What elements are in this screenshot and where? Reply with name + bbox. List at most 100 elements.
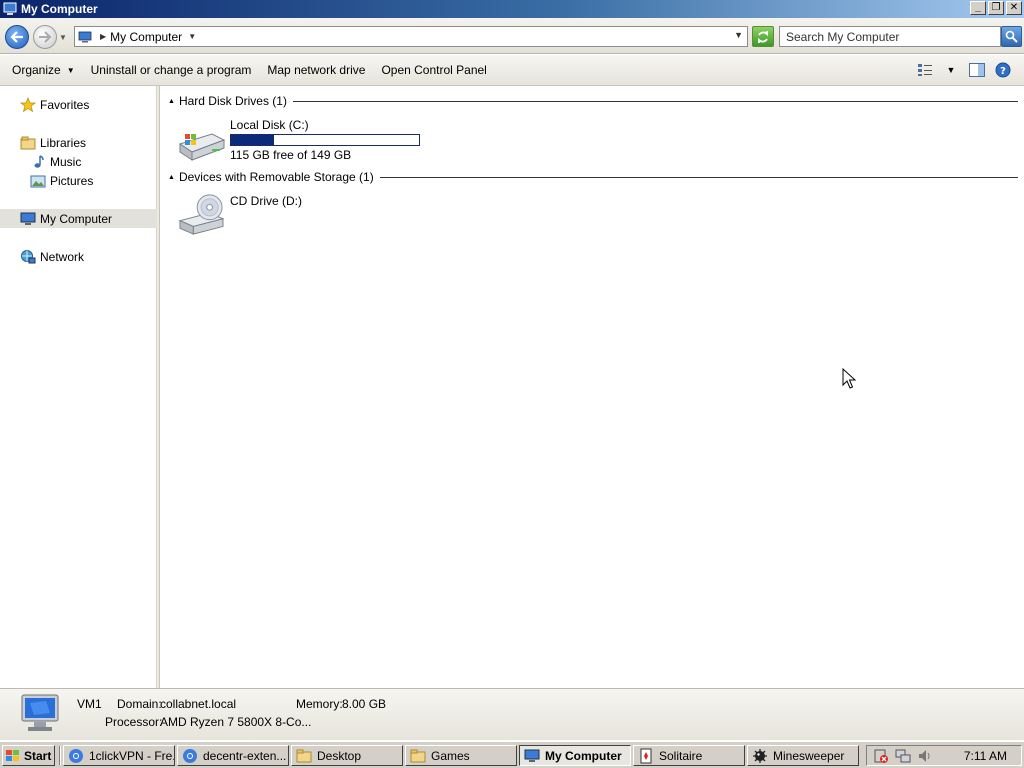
close-button[interactable]: ✕ <box>1006 1 1022 15</box>
recent-pages-dropdown-icon[interactable]: ▼ <box>59 33 67 42</box>
taskbar-item-solitaire[interactable]: Solitaire <box>633 745 745 766</box>
taskbar-item-my-computer[interactable]: My Computer <box>519 745 631 766</box>
nav-item-label: Network <box>40 249 85 264</box>
breadcrumb-location[interactable]: My Computer <box>110 30 182 44</box>
minesweeper-icon <box>753 748 767 763</box>
taskbar-item-games[interactable]: Games <box>405 745 517 766</box>
taskbar-item-label: Games <box>431 748 470 763</box>
minimize-button[interactable]: _ <box>970 1 986 15</box>
minimize-icon: _ <box>975 2 981 13</box>
security-alert-icon[interactable] <box>873 748 889 764</box>
command-bar: Organize ▼ Uninstall or change a program… <box>0 55 1024 86</box>
nav-item-libraries[interactable]: Libraries <box>0 133 157 152</box>
nav-item-music[interactable]: Music <box>0 152 157 171</box>
computer-icon <box>78 31 92 42</box>
chevron-down-icon: ▼ <box>946 65 956 75</box>
taskbar-item-decentr[interactable]: decentr-exten... <box>177 745 289 766</box>
volume-icon[interactable] <box>917 748 933 764</box>
chrome-icon <box>183 748 197 763</box>
maximize-button[interactable]: ❐ <box>988 1 1004 15</box>
pictures-icon <box>30 173 46 189</box>
group-header-label: Devices with Removable Storage (1) <box>178 170 374 184</box>
capacity-fill <box>231 135 275 145</box>
group-divider <box>379 176 1018 178</box>
search-icon <box>1005 30 1018 43</box>
search-button[interactable] <box>1001 26 1022 47</box>
capacity-bar <box>230 134 420 146</box>
address-field[interactable]: ▶ My Computer ▼ ▼ <box>74 26 748 47</box>
map-network-drive-button[interactable]: Map network drive <box>259 58 373 82</box>
drive-label: CD Drive (D:) <box>230 194 302 208</box>
nav-item-network[interactable]: Network <box>0 247 157 266</box>
computer-icon <box>3 2 17 15</box>
address-history-dropdown-icon[interactable]: ▼ <box>734 30 743 40</box>
taskbar-item-1clickvpn[interactable]: 1clickVPN - Fre... <box>63 745 175 766</box>
forward-arrow-icon <box>39 31 52 43</box>
uninstall-program-button[interactable]: Uninstall or change a program <box>83 58 260 82</box>
taskbar-item-label: decentr-exten... <box>203 748 287 763</box>
nav-item-label: My Computer <box>40 211 113 226</box>
taskbar-item-desktop[interactable]: Desktop <box>291 745 403 766</box>
collapse-caret-icon: ▲ <box>168 97 175 105</box>
nav-item-favorites[interactable]: Favorites <box>0 95 157 114</box>
nav-item-label: Favorites <box>40 97 90 112</box>
chrome-icon <box>69 748 83 763</box>
domain-label: Domain: <box>117 697 162 711</box>
refresh-button[interactable] <box>752 26 774 47</box>
processor-label: Processor: <box>105 715 163 729</box>
system-tray: 7:11 AM <box>866 745 1022 766</box>
help-button[interactable]: ? <box>994 61 1012 79</box>
group-header-label: Hard Disk Drives (1) <box>178 94 287 108</box>
chevron-down-icon: ▼ <box>66 65 75 75</box>
breadcrumb-arrow-icon[interactable]: ▶ <box>100 32 106 41</box>
group-header-removable-storage[interactable]: ▲ Devices with Removable Storage (1) <box>168 170 1018 184</box>
preview-pane-icon <box>969 63 985 77</box>
memory-value: 8.00 GB <box>342 697 387 711</box>
taskbar: Start 1clickVPN - Fre... decentr-exten..… <box>0 741 1024 768</box>
taskbar-item-minesweeper[interactable]: Minesweeper <box>747 745 859 766</box>
computer-icon <box>524 749 540 762</box>
drive-cd-d[interactable]: CD Drive (D:) <box>176 192 302 236</box>
search-input[interactable]: Search My Computer <box>779 26 1001 47</box>
taskbar-item-label: Desktop <box>317 748 362 763</box>
folder-icon <box>296 749 312 762</box>
open-control-panel-button[interactable]: Open Control Panel <box>373 58 494 82</box>
drive-local-disk-c[interactable]: Local Disk (C:) 115 GB free of 149 GB <box>176 118 420 164</box>
nav-item-label: Libraries <box>40 135 87 150</box>
back-button[interactable] <box>5 25 29 49</box>
help-icon: ? <box>995 62 1011 78</box>
mouse-cursor-icon <box>842 368 856 389</box>
organize-label: Organize <box>12 63 61 77</box>
windows-logo-icon <box>6 749 19 761</box>
start-label: Start <box>24 748 52 763</box>
music-note-icon <box>30 154 46 170</box>
computer-icon <box>20 211 36 227</box>
change-view-button[interactable] <box>916 61 934 79</box>
solitaire-icon <box>640 748 652 763</box>
refresh-icon <box>758 30 768 43</box>
window-title: My Computer <box>21 2 98 16</box>
preview-pane-button[interactable] <box>968 61 986 79</box>
details-pane: VM1 Domain: collabnet.local Memory: 8.00… <box>0 688 1024 740</box>
svg-text:?: ? <box>1000 66 1006 77</box>
nav-item-pictures[interactable]: Pictures <box>0 171 157 190</box>
group-header-hard-disk-drives[interactable]: ▲ Hard Disk Drives (1) <box>168 94 1018 108</box>
organize-button[interactable]: Organize ▼ <box>0 58 83 82</box>
view-dropdown-button[interactable]: ▼ <box>942 61 960 79</box>
computer-monitor-icon <box>21 694 59 731</box>
navigation-pane: Favorites Libraries Music Pictures My Co… <box>0 86 157 688</box>
cd-drive-icon <box>178 194 225 235</box>
pane-splitter[interactable] <box>157 86 160 688</box>
maximize-icon: ❐ <box>991 2 1001 13</box>
close-icon: ✕ <box>1009 2 1019 13</box>
clock[interactable]: 7:11 AM <box>964 749 1007 763</box>
start-button[interactable]: Start <box>2 745 55 766</box>
chevron-down-icon[interactable]: ▼ <box>188 32 196 41</box>
forward-button[interactable] <box>33 25 57 49</box>
star-icon <box>20 96 36 113</box>
nav-item-my-computer[interactable]: My Computer <box>0 209 157 228</box>
network-status-icon[interactable] <box>895 748 911 764</box>
folder-icon <box>410 749 426 762</box>
processor-value: AMD Ryzen 7 5800X 8-Co... <box>160 715 312 729</box>
taskbar-item-label: Minesweeper <box>773 748 845 763</box>
